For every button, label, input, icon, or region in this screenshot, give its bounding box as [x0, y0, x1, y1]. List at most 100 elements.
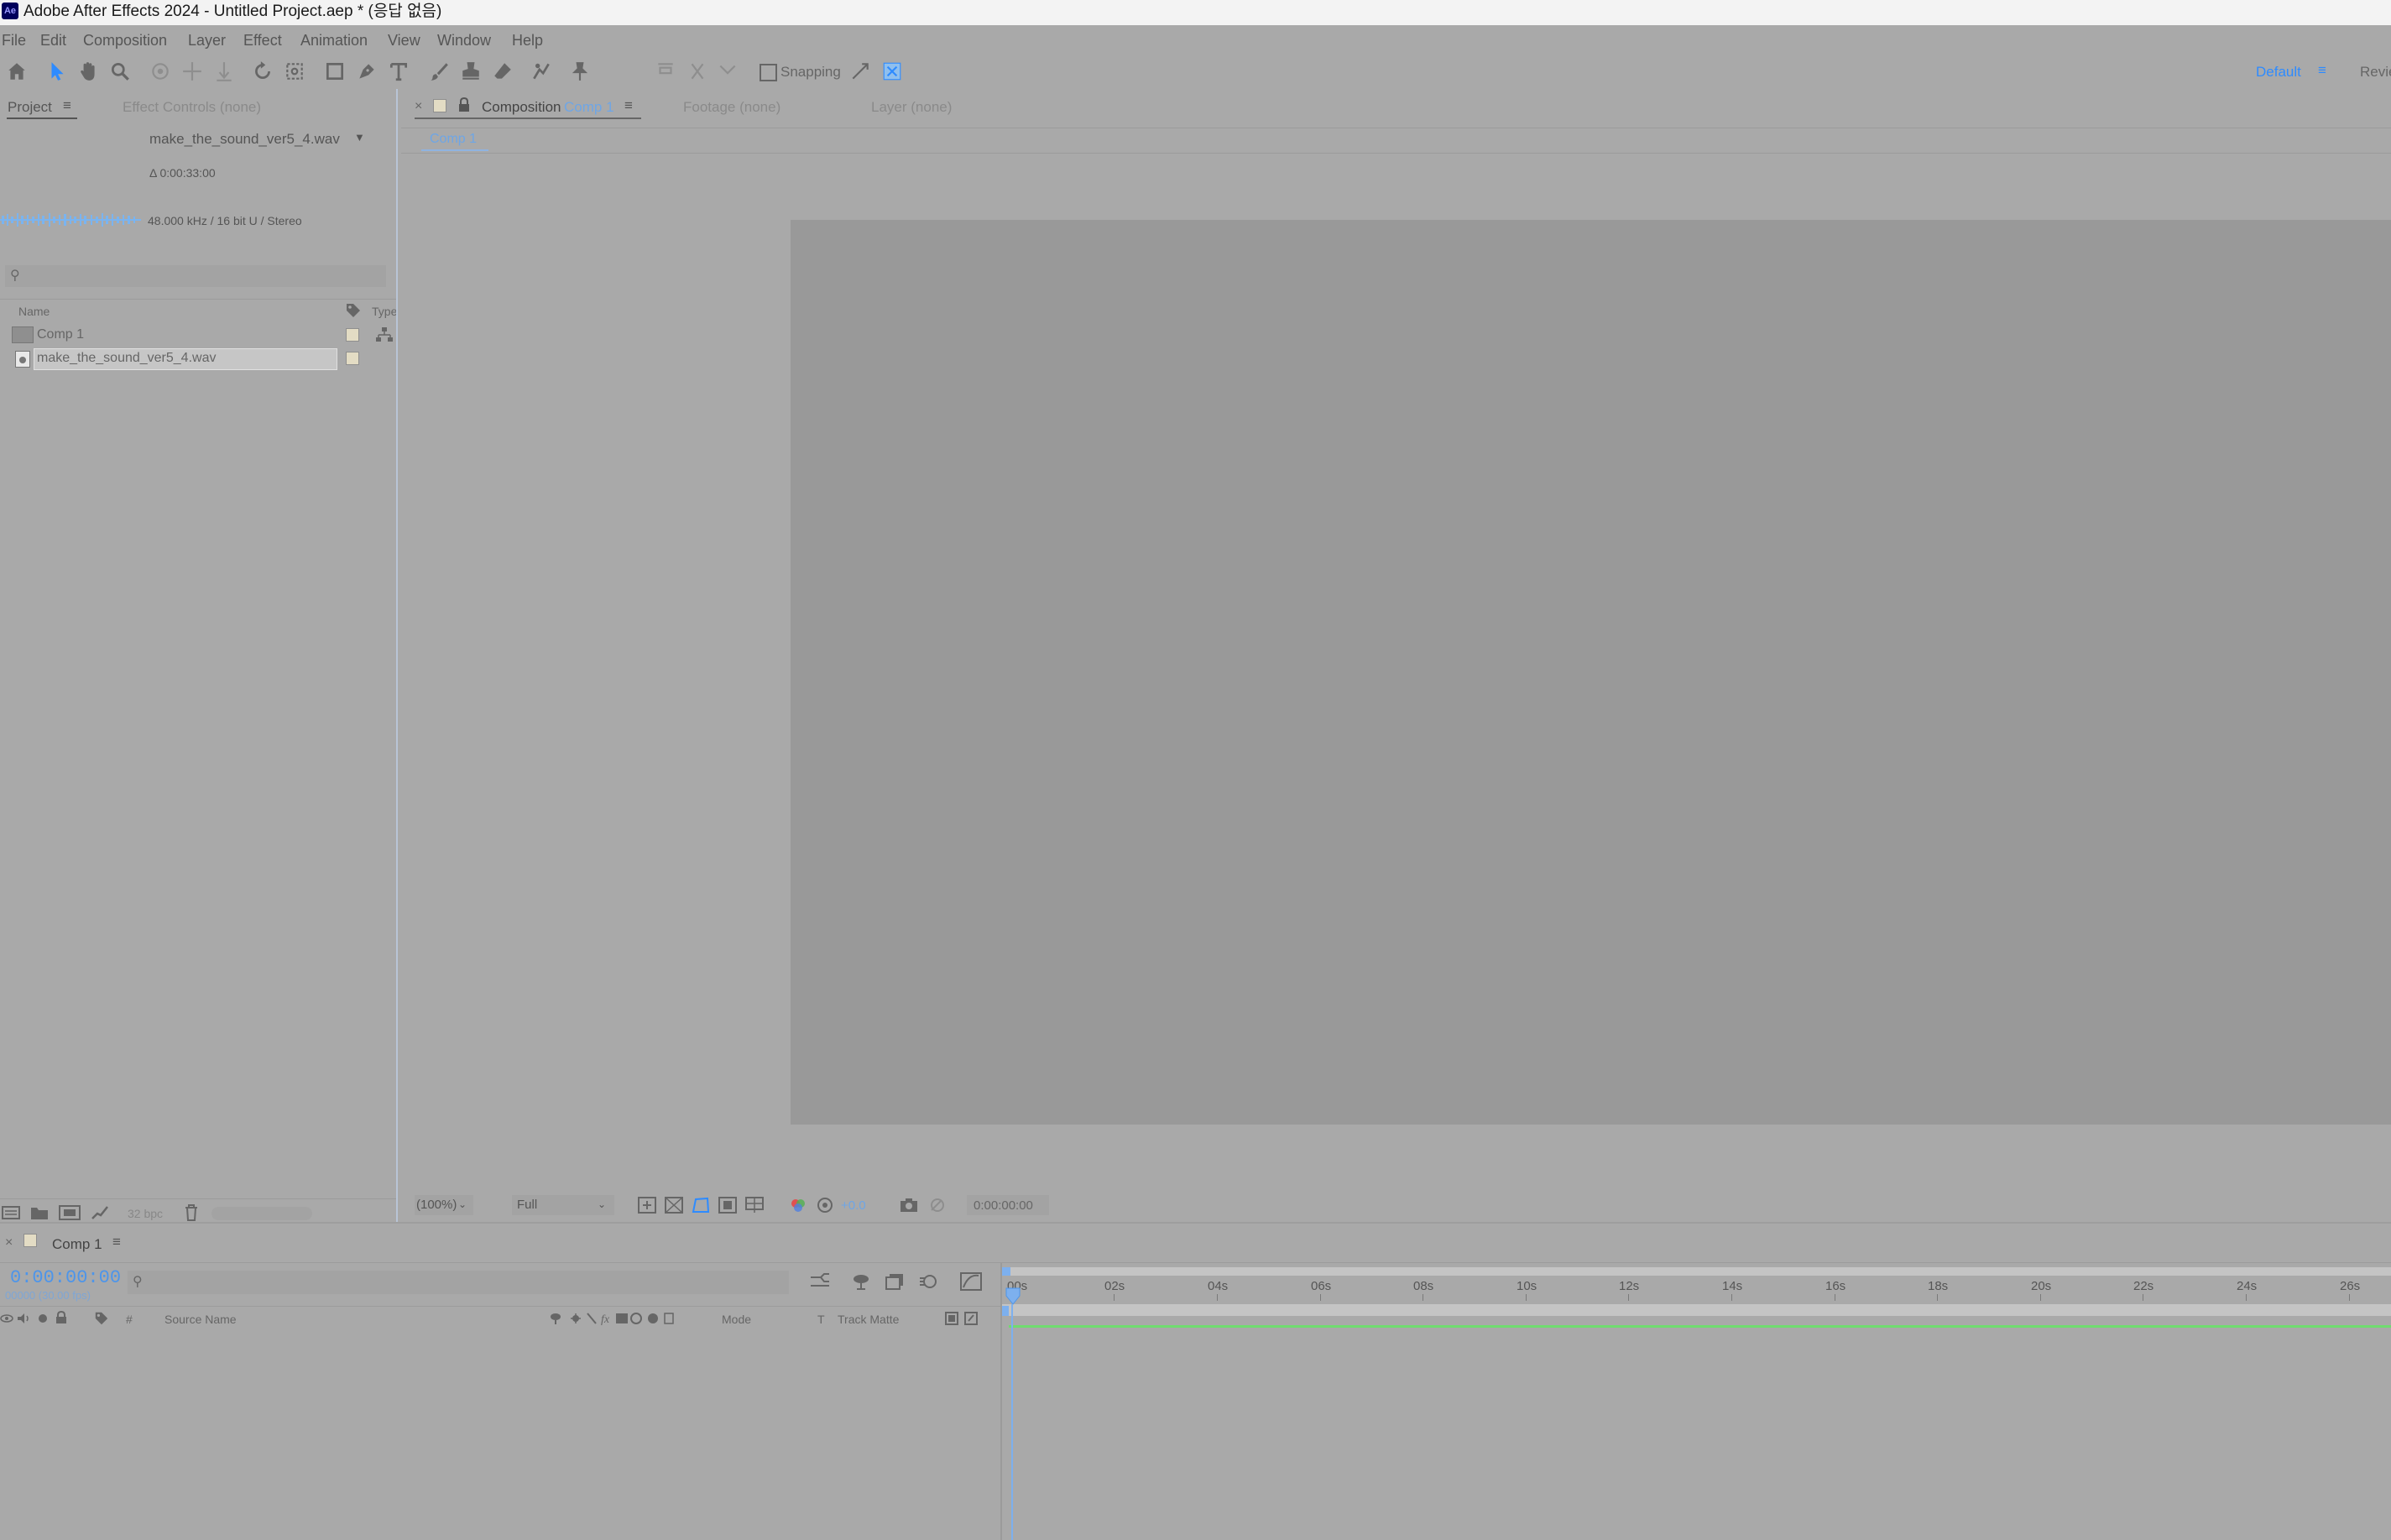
panel-menu-icon[interactable]: ≡ — [624, 97, 633, 114]
motion-blur-icon[interactable] — [918, 1272, 938, 1295]
menu-layer[interactable]: Layer — [188, 32, 226, 50]
ruler-tick — [1114, 1294, 1115, 1301]
clone-stamp-icon[interactable] — [458, 59, 483, 84]
rotation-tool-icon[interactable] — [250, 59, 275, 84]
current-time-display[interactable]: 0:00:00:00 — [967, 1195, 1049, 1215]
ruler-label: 04s — [1208, 1279, 1229, 1293]
composition-flowchart-icon[interactable] — [809, 1272, 831, 1295]
snapping-checkbox[interactable] — [760, 64, 777, 81]
column-source-name-header[interactable]: Source Name — [164, 1313, 237, 1326]
close-tab-icon[interactable]: × — [5, 1235, 13, 1250]
shy-layers-icon[interactable] — [851, 1272, 871, 1295]
composition-flowchart-icon[interactable] — [376, 327, 393, 347]
workspace-default[interactable]: Default — [2256, 64, 2301, 81]
time-navigator-bar[interactable] — [1002, 1267, 2391, 1276]
workspace-review[interactable]: Revie — [2360, 64, 2391, 81]
preview-dropdown-icon[interactable]: ▼ — [354, 131, 365, 144]
panel-menu-icon[interactable]: ≡ — [112, 1234, 121, 1250]
pan-camera-icon[interactable] — [180, 59, 205, 84]
project-item-name: make_the_sound_ver5_4.wav — [37, 351, 217, 365]
close-tab-icon[interactable]: × — [415, 99, 422, 114]
bpc-indicator[interactable]: 32 bpc — [128, 1207, 163, 1220]
label-color-swatch[interactable] — [346, 328, 359, 342]
dolly-camera-icon[interactable] — [211, 59, 237, 84]
selection-tool-icon[interactable] — [44, 59, 70, 84]
navigator-start-handle[interactable] — [1002, 1267, 1010, 1276]
frame-blending-icon[interactable] — [885, 1272, 905, 1295]
eraser-tool-icon[interactable] — [490, 59, 515, 84]
menu-effect[interactable]: Effect — [243, 32, 282, 50]
lock-icon[interactable] — [458, 97, 470, 117]
menu-bar: File Edit Composition Layer Effect Anima… — [0, 25, 2391, 55]
color-channels-icon[interactable] — [789, 1197, 807, 1218]
tab-project[interactable]: Project — [8, 99, 52, 116]
menu-help[interactable]: Help — [512, 32, 543, 50]
rectangle-tool-icon[interactable] — [322, 59, 347, 84]
distribute-tool-icon — [685, 59, 710, 84]
guides-options-icon[interactable] — [745, 1197, 764, 1218]
project-item-comp1[interactable]: Comp 1 — [0, 324, 396, 346]
tab-layer[interactable]: Layer (none) — [871, 99, 952, 116]
divider — [0, 1262, 2391, 1263]
ruler-tick — [1526, 1294, 1527, 1301]
home-icon[interactable] — [4, 59, 29, 84]
pen-tool-icon[interactable] — [354, 59, 379, 84]
anchor-point-tool-icon[interactable] — [282, 59, 307, 84]
column-track-matte-header[interactable]: Track Matte — [838, 1313, 899, 1326]
orbit-camera-icon[interactable] — [148, 59, 173, 84]
tab-timeline-comp1[interactable]: Comp 1 — [52, 1236, 102, 1253]
current-time-timecode[interactable]: 0:00:00:00 — [10, 1267, 121, 1288]
tab-composition-name[interactable]: Comp 1 — [564, 99, 614, 116]
puppet-pin-icon[interactable] — [567, 59, 593, 84]
label-tag-icon[interactable] — [345, 302, 362, 323]
current-time-indicator-line — [1011, 1304, 1013, 1540]
tab-composition[interactable]: Composition — [482, 99, 561, 116]
time-ruler[interactable]: 00s 02s 04s 06s 08s 10s 12s 14s 16s 18s … — [1002, 1276, 2391, 1304]
snap-features-icon[interactable] — [880, 59, 905, 84]
ruler-label: 06s — [1311, 1279, 1332, 1293]
graph-editor-icon[interactable] — [960, 1272, 982, 1295]
audio-waveform — [0, 211, 141, 228]
color-management-icon[interactable] — [816, 1197, 834, 1218]
menu-animation[interactable]: Animation — [300, 32, 368, 50]
hand-tool-icon[interactable] — [76, 59, 101, 84]
tab-effect-controls[interactable]: Effect Controls (none) — [123, 99, 261, 116]
project-search-input[interactable]: ⚲ — [5, 265, 386, 287]
menu-file[interactable]: File — [2, 32, 26, 50]
resolution-dropdown[interactable]: Full ⌄ — [512, 1195, 614, 1215]
type-tool-icon[interactable] — [386, 59, 411, 84]
menu-composition[interactable]: Composition — [83, 32, 167, 50]
snap-edges-icon[interactable] — [848, 59, 873, 84]
mask-visibility-icon[interactable] — [692, 1197, 710, 1218]
thumbnail-size-slider[interactable] — [211, 1207, 312, 1220]
zoom-tool-icon[interactable] — [107, 59, 133, 84]
magnification-dropdown[interactable]: (100%) ⌄ — [415, 1195, 473, 1215]
frame-count: 00000 (30.00 fps) — [5, 1289, 91, 1302]
timeline-search-input[interactable]: ⚲ — [128, 1271, 789, 1294]
menu-view[interactable]: View — [388, 32, 420, 50]
region-of-interest-icon[interactable] — [718, 1197, 737, 1218]
snapshot-camera-icon[interactable] — [900, 1197, 918, 1218]
fast-previews-icon[interactable] — [638, 1197, 656, 1218]
column-type-header[interactable]: Type — [372, 305, 397, 318]
project-item-audio[interactable]: make_the_sound_ver5_4.wav — [0, 347, 396, 370]
workspace-menu-icon[interactable]: ≡ — [2318, 62, 2326, 79]
tab-footage[interactable]: Footage (none) — [683, 99, 780, 116]
ruler-tick — [1628, 1294, 1629, 1301]
panel-menu-icon[interactable]: ≡ — [63, 97, 71, 114]
breadcrumb[interactable]: Comp 1 — [421, 129, 488, 151]
transparency-grid-icon[interactable] — [665, 1197, 683, 1218]
exposure-value[interactable]: +0.0 — [841, 1198, 866, 1213]
column-mode-header[interactable]: Mode — [722, 1313, 751, 1326]
show-snapshot-icon[interactable] — [928, 1197, 947, 1218]
roto-brush-icon[interactable] — [529, 59, 554, 84]
column-name-header[interactable]: Name — [18, 305, 50, 318]
work-area-bar[interactable] — [1002, 1304, 2391, 1316]
current-time-indicator-head[interactable] — [1005, 1287, 1021, 1310]
brush-tool-icon[interactable] — [426, 59, 452, 84]
composition-canvas[interactable] — [791, 220, 2391, 1125]
menu-window[interactable]: Window — [437, 32, 491, 50]
label-color-swatch[interactable] — [346, 352, 359, 365]
matte-toggle-icons[interactable] — [945, 1311, 979, 1330]
menu-edit[interactable]: Edit — [40, 32, 66, 50]
